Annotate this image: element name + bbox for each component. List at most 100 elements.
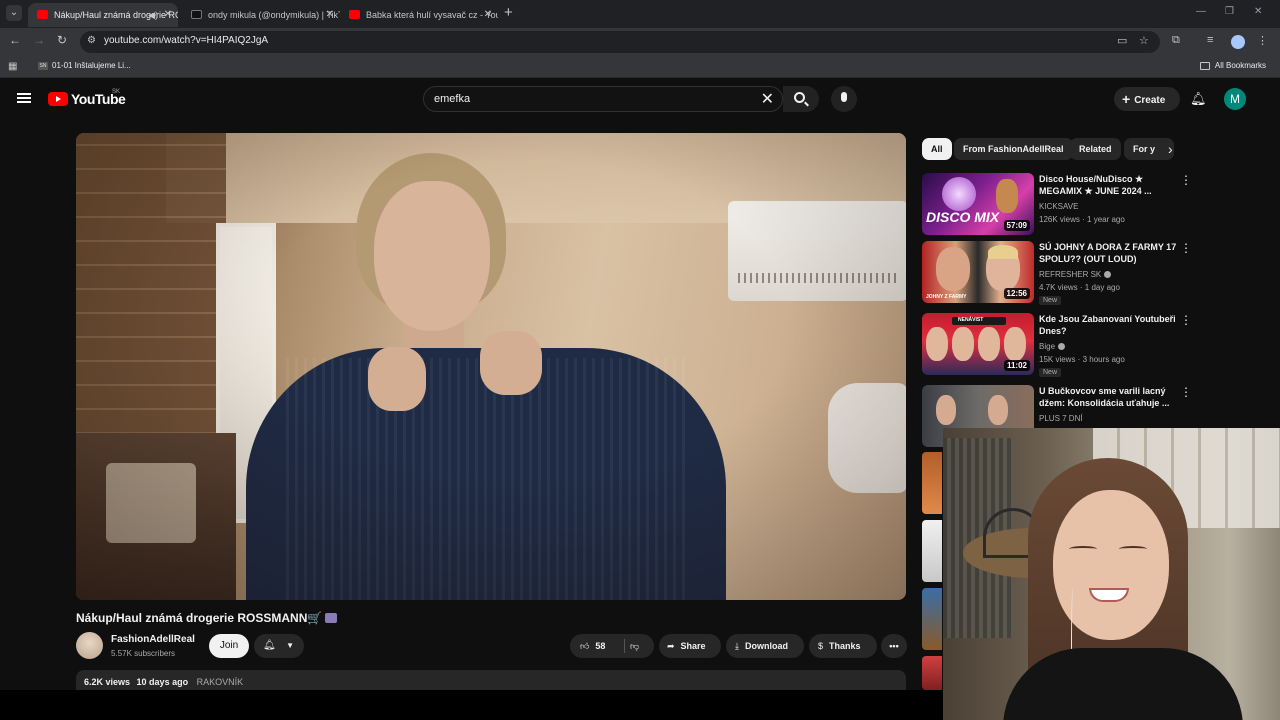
more-options-icon[interactable]: ⋮ <box>1180 173 1192 187</box>
recommendation-channel-row[interactable]: REFRESHER SK <box>1039 270 1112 279</box>
recommendation-meta: 4.7K views · 1 day ago <box>1039 283 1120 292</box>
forward-icon[interactable]: → <box>33 33 45 47</box>
video-thumbnail[interactable] <box>922 588 942 650</box>
browser-menu-icon[interactable]: ⋮ <box>1257 34 1268 47</box>
recommendation-channel[interactable]: PLUS 7 DNÍ <box>1039 414 1083 423</box>
video-thumbnail[interactable] <box>922 656 942 690</box>
create-button[interactable]: + Create <box>1114 87 1180 111</box>
speaker-icon[interactable]: ◀) <box>148 3 158 27</box>
description-box[interactable]: 6.2K views 10 days ago RAKOVNÍK <box>76 670 906 690</box>
more-icon: ••• <box>889 641 899 651</box>
voice-search-button[interactable] <box>831 86 857 112</box>
chevron-right-icon[interactable]: › <box>1168 141 1173 157</box>
chip-for-you[interactable]: For y <box>1124 138 1174 160</box>
account-avatar[interactable]: M <box>1224 88 1246 110</box>
window-close-icon[interactable]: ✕ <box>1254 6 1262 17</box>
filter-chips: All From FashionAdellReal Related For y <box>922 138 1182 160</box>
media-control-icon[interactable]: ≡ <box>1207 34 1213 46</box>
back-icon[interactable]: ← <box>9 33 21 47</box>
webcam-frame <box>1119 546 1147 552</box>
video-player[interactable] <box>76 133 906 600</box>
like-button[interactable]: 👍︎ 58 <box>580 641 605 651</box>
subscription-notifications-button[interactable]: 🔔︎ ▼ <box>254 634 304 658</box>
search-button[interactable] <box>783 86 819 112</box>
bookmark-item[interactable]: SN 01-01 Inštalujeme Li... <box>38 61 131 70</box>
person-graphic <box>936 247 970 291</box>
site-info-icon[interactable]: ⚙ <box>87 35 96 46</box>
video-thumbnail[interactable]: DISCO MIX 57:09 <box>922 173 1034 235</box>
share-icon: ➦ <box>667 641 675 651</box>
restore-icon[interactable]: ❐ <box>1225 6 1234 17</box>
video-thumbnail[interactable] <box>922 520 942 582</box>
extensions-icon[interactable]: ⧉ <box>1172 34 1180 47</box>
tab-babka[interactable]: Babka která hulí vysavač cz - YouTube ✕ <box>340 3 498 27</box>
tab-tiktok[interactable]: ondy mikula (@ondymikula) | TikTok ✕ <box>182 3 340 27</box>
more-options-icon[interactable]: ⋮ <box>1180 313 1192 327</box>
video-location[interactable]: RAKOVNÍK <box>197 677 244 687</box>
tab-title: Babka která hulí vysavač cz - YouTube <box>366 10 498 20</box>
recommendation-title[interactable]: Kde Jsou Zabanovaní Youtubeři Dnes? <box>1039 313 1177 337</box>
recommendation-channel[interactable]: KICKSAVE <box>1039 202 1078 211</box>
address-bar[interactable]: ⚙ youtube.com/watch?v=HI4PAIQ2JgA <box>80 31 1160 53</box>
recommendation-channel-row[interactable]: Bige <box>1039 342 1066 351</box>
person-graphic <box>936 395 956 425</box>
tab-search-button[interactable]: ⌄ <box>6 5 22 21</box>
reload-icon[interactable]: ↻ <box>57 33 67 47</box>
bell-icon: 🔔︎ <box>263 640 276 651</box>
share-button[interactable]: ➦ Share <box>659 634 721 658</box>
notifications-bell-icon[interactable]: 🔔︎ <box>1190 91 1207 107</box>
chip-all[interactable]: All <box>922 138 952 160</box>
recommendation-title[interactable]: SÚ JOHNY A DORA Z FARMY 17 SPOLU?? (OUT … <box>1039 241 1177 265</box>
recommendation-item[interactable]: JOHNY Z FARMY 12:56 SÚ JOHNY A DORA Z FA… <box>922 241 1192 305</box>
thumbs-down-icon: 👎︎ <box>630 641 640 651</box>
menu-icon[interactable] <box>17 93 31 103</box>
thanks-button[interactable]: $ Thanks <box>809 634 877 658</box>
recommendation-meta: 15K views · 3 hours ago <box>1039 355 1125 364</box>
recommendation-channel: REFRESHER SK <box>1039 270 1102 279</box>
more-options-icon[interactable]: ⋮ <box>1180 241 1192 255</box>
join-button[interactable]: Join <box>209 634 249 658</box>
channel-name[interactable]: FashionAdellReal <box>111 634 195 645</box>
recommendation-title[interactable]: Disco House/NuDisco ★ MEGAMIX ★ JUNE 202… <box>1039 173 1177 197</box>
video-thumbnail[interactable] <box>922 452 942 514</box>
browser-tab-bar: ⌄ Nákup/Haul známá drogerie ROSSMANN ◀) … <box>0 0 1280 28</box>
recommendation-item[interactable]: DISCO MIX 57:09 Disco House/NuDisco ★ ME… <box>922 173 1192 237</box>
chip-from-channel[interactable]: From FashionAdellReal <box>954 138 1073 160</box>
search-box[interactable]: emefka ✕ <box>423 86 783 112</box>
webcam-overlay <box>943 428 1280 720</box>
browser-profile-icon[interactable] <box>1231 35 1245 49</box>
cast-icon[interactable]: ▭ <box>1117 34 1127 47</box>
more-actions-button[interactable]: ••• <box>881 634 907 658</box>
close-tab-icon[interactable]: ✕ <box>484 3 492 27</box>
chip-related[interactable]: Related <box>1070 138 1121 160</box>
super-thanks-icon: $ <box>818 641 824 651</box>
youtube-logo-icon[interactable] <box>48 92 68 106</box>
download-button[interactable]: ⤓ Download <box>726 634 804 658</box>
minimize-icon[interactable]: — <box>1196 6 1206 17</box>
subscriber-count: 5.57K subscribers <box>111 649 176 658</box>
search-input[interactable]: emefka <box>434 93 470 105</box>
thanks-label: Thanks <box>829 641 861 651</box>
bookmark-star-icon[interactable]: ☆ <box>1139 34 1149 47</box>
tab-rossmann[interactable]: Nákup/Haul známá drogerie ROSSMANN ◀) ✕ <box>28 3 178 27</box>
like-dislike-group: 👍︎ 58 👎︎ <box>570 634 654 658</box>
youtube-icon <box>37 10 48 19</box>
clear-search-icon[interactable]: ✕ <box>761 89 774 109</box>
all-bookmarks-button[interactable]: All Bookmarks <box>1199 61 1266 70</box>
more-options-icon[interactable]: ⋮ <box>1180 385 1192 399</box>
video-duration: 57:09 <box>1003 220 1030 231</box>
recommendation-item[interactable]: NENÁVIST 11:02 Kde Jsou Zabanovaní Youtu… <box>922 313 1192 377</box>
recommendation-title[interactable]: U Bučkovcov sme varili lacný džem: Konso… <box>1039 385 1177 409</box>
new-tab-icon[interactable]: + <box>504 4 513 21</box>
video-thumbnail[interactable]: NENÁVIST 11:02 <box>922 313 1034 375</box>
close-tab-icon[interactable]: ✕ <box>164 3 172 27</box>
apps-grid-icon[interactable]: ▦ <box>8 61 17 72</box>
share-label: Share <box>680 641 706 651</box>
download-label: Download <box>744 641 788 651</box>
folder-icon <box>1199 61 1210 70</box>
dislike-button[interactable]: 👎︎ <box>630 634 645 658</box>
video-thumbnail[interactable]: JOHNY Z FARMY 12:56 <box>922 241 1034 303</box>
channel-avatar[interactable] <box>76 632 103 659</box>
microphone-icon <box>841 92 847 102</box>
close-tab-icon[interactable]: ✕ <box>326 3 334 27</box>
